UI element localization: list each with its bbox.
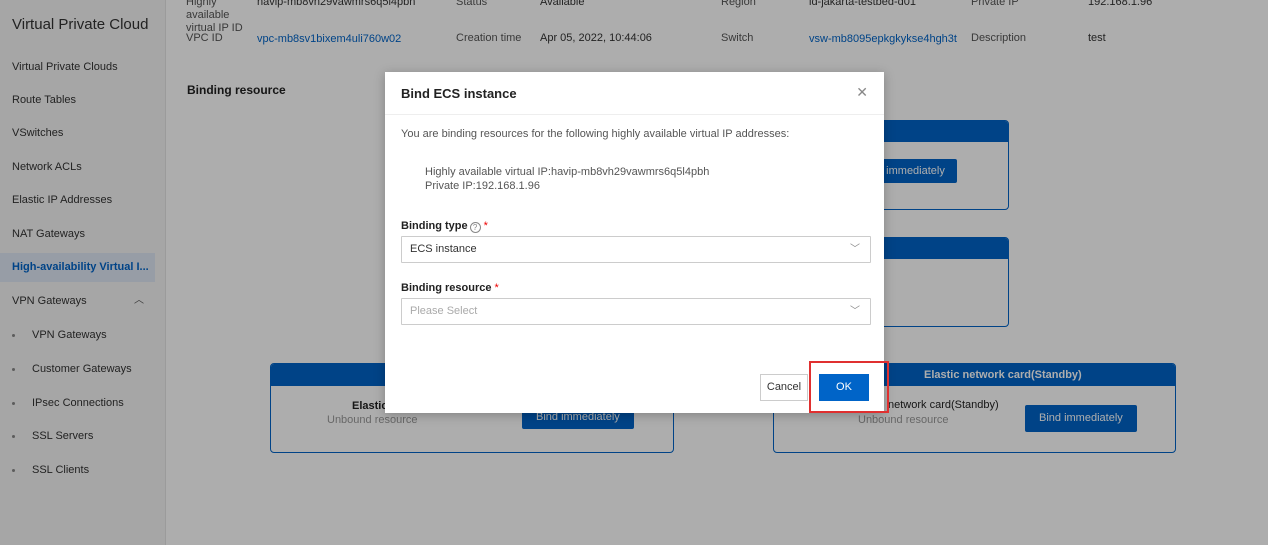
binding-resource-placeholder: Please Select — [410, 305, 478, 317]
dialog-title: Bind ECS instance — [401, 86, 517, 101]
binding-resource-select[interactable]: Please Select ﹀ — [401, 298, 871, 325]
dialog-description: You are binding resources for the follow… — [401, 128, 790, 140]
cancel-button[interactable]: Cancel — [760, 374, 808, 401]
required-mark: * — [494, 282, 499, 294]
help-icon[interactable]: ? — [469, 222, 481, 233]
binding-type-label: Binding type? * — [401, 220, 488, 233]
required-mark: * — [483, 220, 488, 232]
binding-type-value: ECS instance — [410, 243, 477, 255]
chevron-down-icon: ﹀ — [850, 306, 860, 317]
binding-type-label-text: Binding type — [401, 220, 468, 232]
binding-resource-label-text: Binding resource — [401, 282, 492, 294]
close-icon[interactable]: ✕ — [856, 84, 868, 101]
highlight-annotation — [809, 361, 889, 413]
havip-line: Highly available virtual IP:havip-mb8vh2… — [425, 166, 710, 178]
binding-resource-label: Binding resource * — [401, 282, 499, 294]
chevron-down-icon: ﹀ — [850, 244, 860, 255]
private-ip-line: Private IP:192.168.1.96 — [425, 180, 540, 192]
divider — [385, 114, 884, 115]
binding-type-select[interactable]: ECS instance ﹀ — [401, 236, 871, 263]
